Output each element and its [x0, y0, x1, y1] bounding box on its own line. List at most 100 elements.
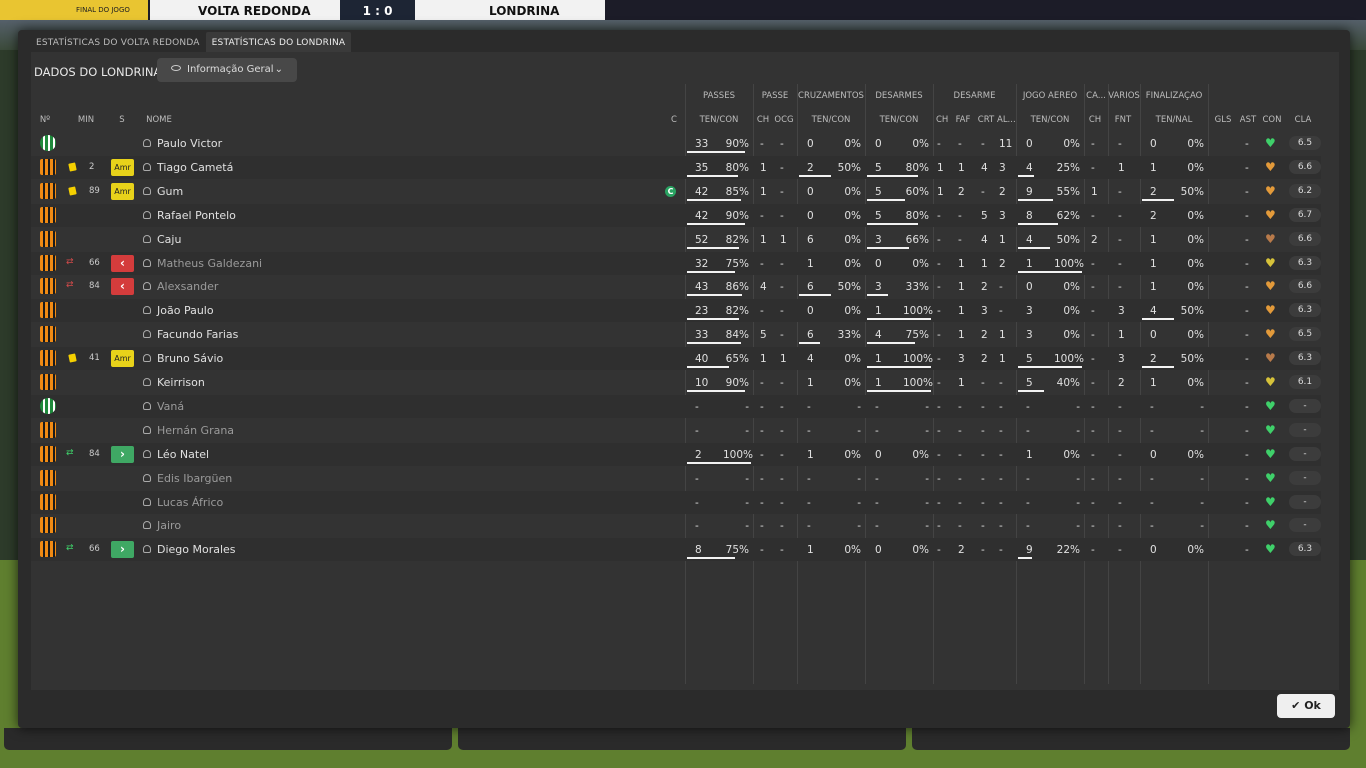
player-name[interactable]: Vaná	[157, 400, 184, 413]
player-icon	[143, 330, 151, 339]
substituted-off-badge[interactable]: ‹	[111, 278, 134, 296]
tackle-faf: -	[958, 496, 962, 509]
player-name[interactable]: Paulo Victor	[157, 137, 222, 150]
ok-button[interactable]: ✔ Ok	[1277, 694, 1335, 718]
passes-ocg: -	[780, 400, 784, 413]
passes-key: 1	[760, 185, 767, 198]
player-name[interactable]: Alexsander	[157, 280, 218, 293]
tackle-faf: 1	[958, 329, 965, 342]
player-name[interactable]: Léo Natel	[157, 448, 209, 461]
column-header-pocg[interactable]: OCG	[773, 115, 795, 125]
table-row[interactable]	[31, 180, 1321, 203]
column-header-dch[interactable]: CH	[936, 115, 948, 125]
column-header-jog[interactable]: TEN/CON	[1016, 115, 1084, 125]
tackle-ch: -	[937, 138, 941, 150]
player-name[interactable]: Facundo Farias	[157, 328, 238, 341]
table-row[interactable]	[31, 490, 1321, 514]
player-name[interactable]: João Paulo	[157, 304, 214, 317]
player-name[interactable]: Tiago Cametá	[157, 161, 233, 174]
column-header-cru[interactable]: TEN/CON	[797, 115, 865, 125]
column-header-vfnt[interactable]: FNT	[1112, 115, 1134, 125]
column-header-dcrt[interactable]: CRT	[977, 115, 995, 125]
tackle-ch: -	[937, 233, 941, 246]
column-header-ast[interactable]: AST	[1239, 115, 1257, 125]
table-row[interactable]	[31, 228, 1321, 251]
player-name[interactable]: Bruno Sávio	[157, 352, 223, 365]
table-row[interactable]	[31, 132, 1321, 155]
player-name[interactable]: Rafael Pontelo	[157, 209, 236, 222]
aerial-attempts: 3	[1026, 305, 1033, 318]
player-rating: 6.3	[1289, 255, 1321, 270]
player-rating: -	[1289, 470, 1321, 485]
player-name[interactable]: Caju	[157, 233, 181, 246]
yellow-card-icon	[68, 353, 77, 363]
various-fnt: 1	[1118, 329, 1125, 342]
player-name[interactable]: Edis Ibargüen	[157, 472, 232, 485]
player-name[interactable]: Lucas Áfrico	[157, 496, 223, 509]
shots-bar	[1142, 198, 1174, 201]
table-row[interactable]	[31, 442, 1321, 466]
column-header-fin[interactable]: TEN/NAL	[1140, 115, 1208, 125]
column-header-gls[interactable]: GLS	[1212, 115, 1234, 125]
passes-ocg: -	[780, 185, 784, 198]
player-name[interactable]: Matheus Galdezani	[157, 257, 262, 270]
tackles-bar	[867, 246, 909, 249]
column-header-min[interactable]: MIN	[75, 115, 97, 125]
player-name[interactable]: Hernán Grana	[157, 424, 234, 437]
table-row[interactable]	[31, 514, 1321, 537]
passes-key: -	[760, 400, 764, 413]
aerial-attempts: 1	[1026, 257, 1033, 270]
column-header-con[interactable]: CON	[1261, 115, 1283, 125]
stats-panel: DADOS DO LONDRINA Informação Geral ⌄ PAS…	[31, 52, 1339, 690]
tackle-faf: 2	[958, 185, 965, 198]
player-name[interactable]: Diego Morales	[157, 543, 236, 556]
tackle-ch: -	[937, 281, 941, 294]
column-header-no[interactable]: Nº	[37, 115, 53, 125]
tackle-crt: 1	[981, 257, 988, 270]
passes-ocg: -	[780, 209, 784, 222]
substituted-off-badge[interactable]: ‹	[111, 254, 134, 272]
various-fnt: -	[1118, 185, 1122, 198]
view-dropdown[interactable]: Informação Geral ⌄	[157, 58, 297, 82]
substituted-on-badge[interactable]: ›	[111, 541, 134, 559]
aerial-pct: 55%	[1056, 185, 1080, 198]
player-icon	[143, 210, 151, 219]
crosses-attempts: 6	[807, 281, 814, 294]
player-name[interactable]: Keirrison	[157, 376, 205, 389]
table-row[interactable]	[31, 371, 1321, 394]
column-header-pch[interactable]: CH	[756, 115, 770, 125]
table-row[interactable]	[31, 394, 1321, 418]
passes-attempts: 32	[695, 257, 709, 270]
tackle-al: 11	[999, 138, 1013, 150]
column-header-cla[interactable]: CLA	[1288, 115, 1318, 125]
column-header-dal[interactable]: AL...	[997, 115, 1016, 125]
tackles-pct: 100%	[903, 353, 934, 366]
shots-pct: -	[1200, 424, 1204, 437]
yellow-card-icon	[68, 186, 77, 196]
column-header-cach[interactable]: CH	[1087, 115, 1103, 125]
tab-volta-redonda[interactable]: ESTATÍSTICAS DO VOLTA REDONDA	[30, 32, 206, 54]
tackle-faf: -	[958, 520, 962, 533]
aerial-bar	[1018, 557, 1032, 560]
player-name[interactable]: Jairo	[157, 519, 181, 532]
column-header-c[interactable]: C	[670, 115, 678, 125]
tackles-bar	[867, 366, 931, 369]
column-header-des[interactable]: TEN/CON	[865, 115, 933, 125]
home-team: VOLTA REDONDA	[150, 0, 340, 20]
sub-on-icon: ⇄	[66, 447, 74, 458]
aerial-bar	[1018, 270, 1082, 273]
column-header-s[interactable]: S	[117, 115, 127, 125]
table-row[interactable]	[31, 299, 1321, 323]
crosses-bar	[799, 294, 831, 297]
column-header-pas[interactable]: TEN/CON	[685, 115, 753, 125]
column-header-dfaf[interactable]: FAF	[954, 115, 972, 125]
passes-attempts: -	[695, 424, 699, 437]
shots-pct: -	[1200, 520, 1204, 533]
tab-londrina[interactable]: ESTATÍSTICAS DO LONDRINA	[205, 32, 352, 54]
aerial-pct: -	[1076, 424, 1080, 437]
player-name[interactable]: Gum	[157, 185, 183, 198]
table-row[interactable]	[31, 275, 1321, 298]
substituted-on-badge[interactable]: ›	[111, 445, 134, 463]
column-header-name[interactable]: NOME	[139, 115, 179, 125]
table-row[interactable]	[31, 347, 1321, 371]
